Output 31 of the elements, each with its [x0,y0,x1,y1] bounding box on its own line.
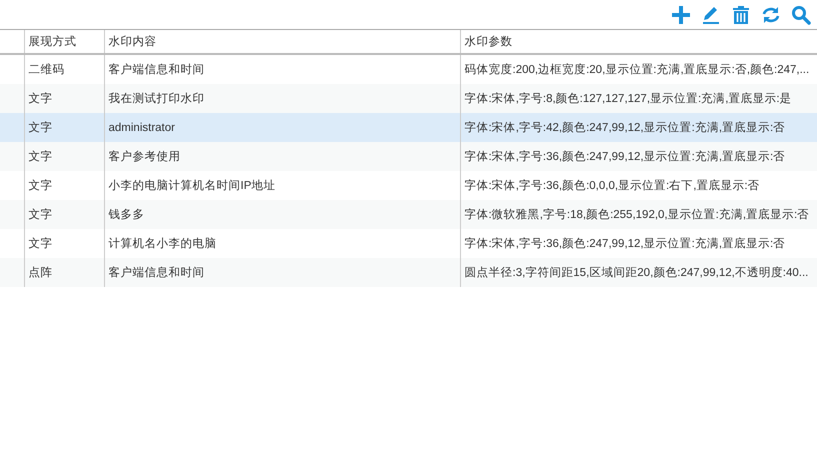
column-header[interactable]: 水印内容 [104,30,460,54]
column-header[interactable]: 水印参数 [460,30,817,54]
row-selector[interactable] [0,200,24,229]
table-cell: 文字 [24,113,104,142]
table-cell: 文字 [24,200,104,229]
plus-icon [671,4,691,24]
table-cell: 字体:宋体,字号:36,颜色:247,99,12,显示位置:充满,置底显示:否 [460,229,817,258]
row-selector[interactable] [0,258,24,287]
refresh-icon [761,4,781,24]
table-cell: 钱多多 [104,200,460,229]
table-cell: 文字 [24,142,104,171]
table-cell: 客户端信息和时间 [104,258,460,287]
search-icon [791,4,811,24]
table-cell: 文字 [24,84,104,113]
table-cell: 字体:宋体,字号:8,颜色:127,127,127,显示位置:充满,置底显示:是 [460,84,817,113]
pencil-icon [701,4,721,24]
row-selector[interactable] [0,84,24,113]
table-cell: 字体:宋体,字号:36,颜色:247,99,12,显示位置:充满,置底显示:否 [460,142,817,171]
table-cell: administrator [104,113,460,142]
table-cell: 字体:宋体,字号:42,颜色:247,99,12,显示位置:充满,置底显示:否 [460,113,817,142]
table-cell: 字体:微软雅黑,字号:18,颜色:255,192,0,显示位置:充满,置底显示:否 [460,200,817,229]
table-cell: 圆点半径:3,字符间距15,区域间距20,颜色:247,99,12,不透明度:40... [460,258,817,287]
row-selector[interactable] [0,142,24,171]
trash-icon [731,4,751,24]
table-cell: 码体宽度:200,边框宽度:20,显示位置:充满,置底显示:否,颜色:247,... [460,54,817,84]
table-cell: 点阵 [24,258,104,287]
table-cell: 字体:宋体,字号:36,颜色:0,0,0,显示位置:右下,置底显示:否 [460,171,817,200]
table-cell: 客户参考使用 [104,142,460,171]
row-selector[interactable] [0,113,24,142]
column-header[interactable]: 展现方式 [24,30,104,54]
table-cell: 我在测试打印水印 [104,84,460,113]
